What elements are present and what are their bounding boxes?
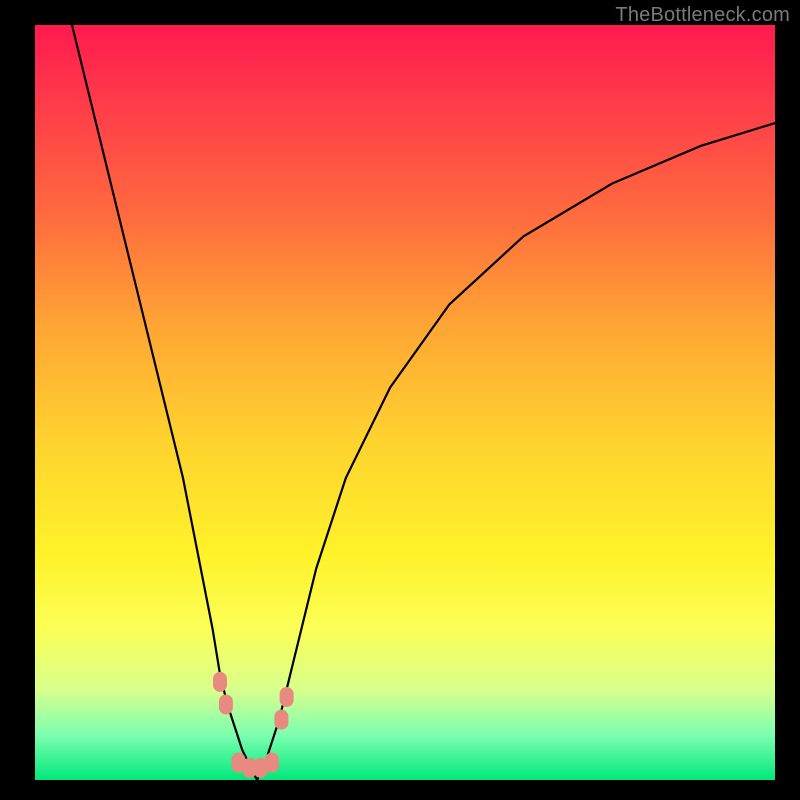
left-marker-upper — [213, 672, 227, 692]
left-marker-lower — [219, 695, 233, 715]
curve-right-branch — [257, 123, 775, 780]
trough-marker-4 — [265, 753, 279, 773]
right-marker-lower — [274, 710, 288, 730]
curve-left-branch — [72, 25, 257, 780]
right-marker-upper — [280, 687, 294, 707]
chart-frame: TheBottleneck.com — [0, 0, 800, 800]
chart-plot-area — [35, 25, 775, 780]
chart-svg — [35, 25, 775, 780]
markers-group — [213, 672, 294, 778]
watermark-text: TheBottleneck.com — [615, 4, 790, 27]
